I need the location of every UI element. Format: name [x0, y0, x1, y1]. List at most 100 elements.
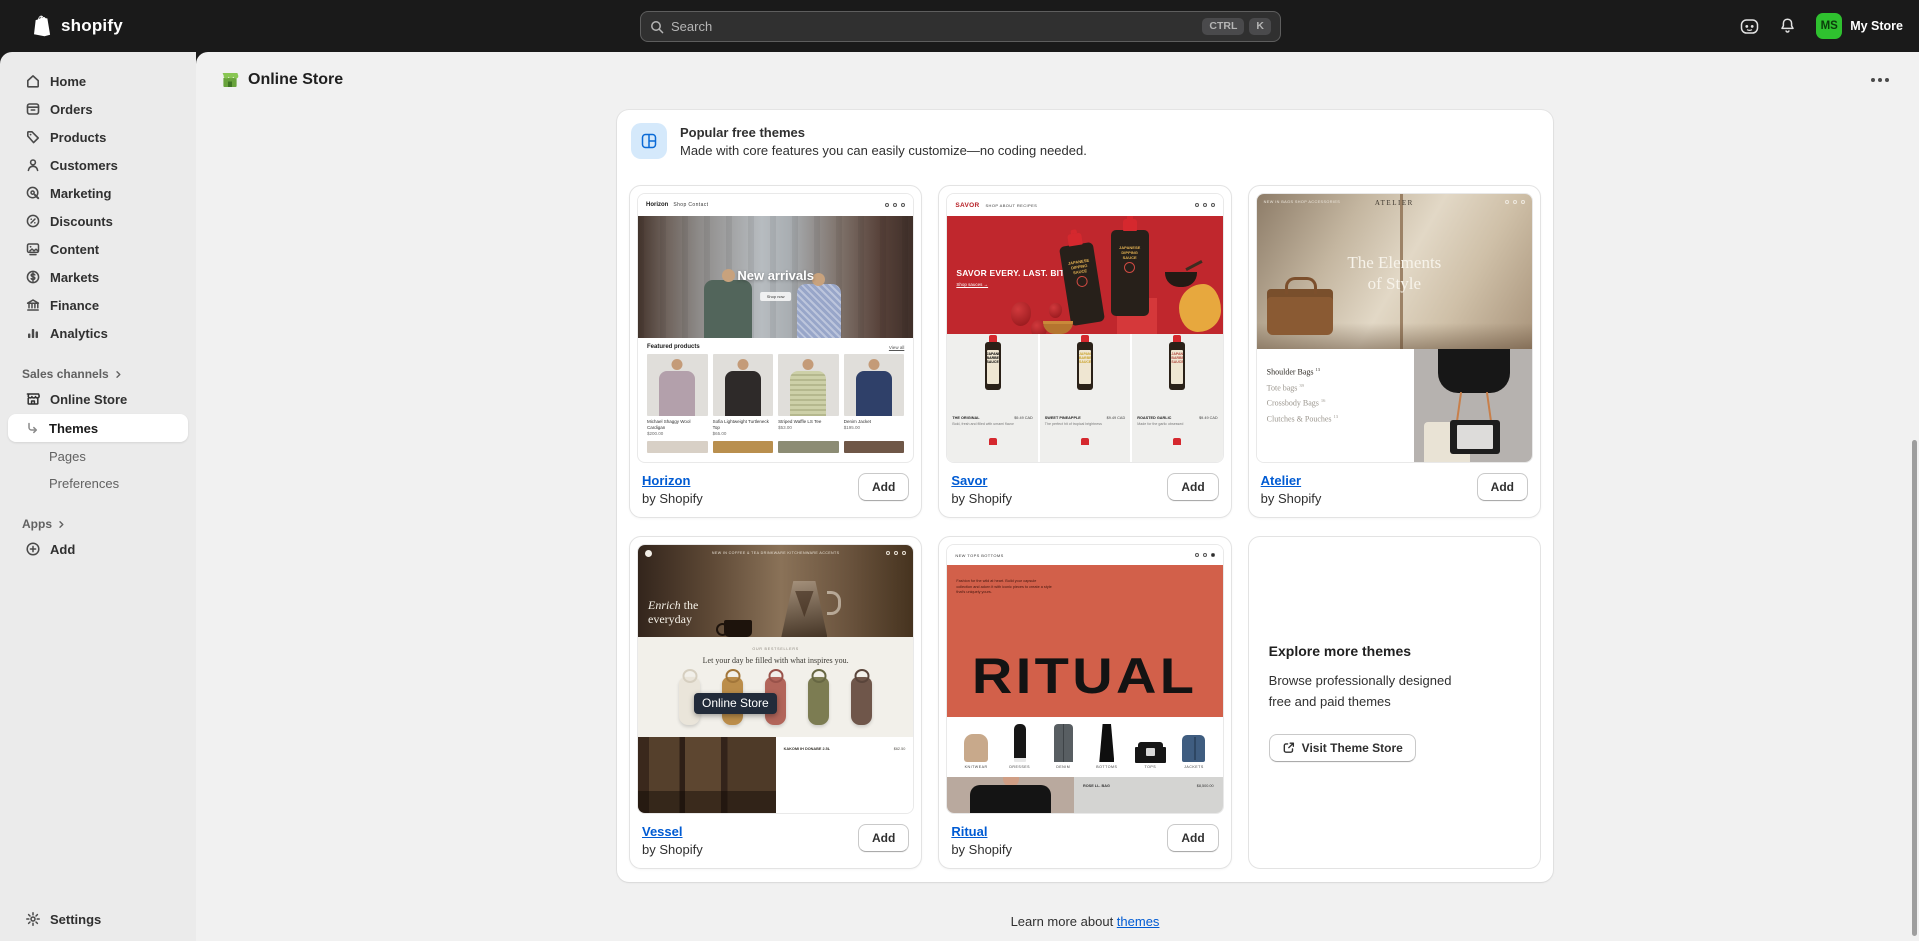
theme-name-link[interactable]: Ritual	[951, 824, 1012, 839]
visit-theme-store-button[interactable]: Visit Theme Store	[1269, 734, 1416, 762]
footer-themes-link[interactable]: themes	[1117, 914, 1160, 929]
page-title: Online Store	[220, 70, 343, 90]
scrollbar-thumb[interactable]	[1912, 440, 1917, 936]
hero-text: The Elements of Style	[1257, 252, 1532, 295]
sidebar-item-label: Add	[50, 542, 75, 557]
page-header: Online Store	[196, 52, 1919, 108]
shopify-bag-icon	[32, 14, 54, 38]
atelier-hero: NEW IN BAGS SHOP ACCESSORIES ATELIER The…	[1257, 194, 1532, 349]
sidebar-section-sales-channels[interactable]: Sales channels	[0, 363, 196, 385]
sidebar-item-label: Pages	[49, 449, 86, 464]
sidebar-item-finance[interactable]: Finance	[0, 291, 196, 319]
sidebar-item-pages[interactable]: Pages	[0, 443, 196, 470]
customers-icon	[25, 157, 41, 173]
sidebar-item-preferences[interactable]: Preferences	[0, 470, 196, 497]
sidebar-item-online-store[interactable]: Online Store	[0, 385, 196, 413]
theme-name-link[interactable]: Vessel	[642, 824, 703, 839]
sales-channels-label: Sales channels	[22, 367, 109, 381]
theme-preview-vessel[interactable]: NEW IN COFFEE & TEA DRINKWARE KITCHENWAR…	[637, 544, 914, 814]
preview-logo: Horizon	[646, 202, 668, 208]
sidebar-item-add-app[interactable]: Add	[0, 535, 196, 563]
sidebar-item-label: Preferences	[49, 476, 119, 491]
theme-name-link[interactable]: Savor	[951, 473, 1012, 488]
hero-button: Shop now	[760, 292, 792, 301]
sidebar-item-marketing[interactable]: Marketing	[0, 179, 196, 207]
preview-header-icons	[1195, 553, 1215, 557]
add-theme-button[interactable]: Add	[1167, 473, 1218, 501]
preview-logo: ATELIER	[1257, 199, 1532, 207]
shopify-logo[interactable]: shopify	[32, 14, 123, 38]
footer: Learn more about themes	[617, 914, 1553, 929]
sidebar-item-customers[interactable]: Customers	[0, 151, 196, 179]
topbar: shopify Search CTRL K	[0, 0, 1919, 52]
sidebar-item-content[interactable]: Content	[0, 235, 196, 263]
theme-name-link[interactable]: Atelier	[1261, 473, 1322, 488]
preview-header-icons	[886, 551, 906, 555]
sidebar-item-discounts[interactable]: Discounts	[0, 207, 196, 235]
theme-author: by Shopify	[951, 842, 1012, 857]
add-theme-button[interactable]: Add	[858, 473, 909, 501]
hero-text: Enrich the everyday	[648, 599, 698, 627]
add-theme-button[interactable]: Add	[858, 824, 909, 852]
theme-name-link[interactable]: Horizon	[642, 473, 703, 488]
footer-text: Learn more about	[1011, 914, 1117, 929]
theme-layout-icon	[640, 132, 658, 150]
marketing-icon	[25, 185, 41, 201]
explore-body: Browse professionally designed free and …	[1269, 671, 1469, 711]
products-tag-icon	[25, 129, 41, 145]
theme-author: by Shopify	[1261, 491, 1322, 506]
account-menu[interactable]: MS My Store	[1816, 13, 1903, 39]
sidebar-item-label: Markets	[50, 270, 99, 285]
sidebar-item-label: Online Store	[50, 392, 127, 407]
search-input[interactable]: Search CTRL K	[640, 11, 1281, 42]
visit-theme-store-label: Visit Theme Store	[1302, 741, 1403, 755]
orders-icon	[25, 101, 41, 117]
theme-preview-savor[interactable]: SAVOR SHOP ABOUT RECIPES SAVOR EVERY. LA…	[946, 193, 1223, 463]
theme-preview-atelier[interactable]: NEW IN BAGS SHOP ACCESSORIES ATELIER The…	[1256, 193, 1533, 463]
hero-paragraph: Fashion for the wild at heart. Build you…	[956, 579, 1052, 596]
sidebar-item-home[interactable]: Home	[0, 67, 196, 95]
sidebar-section-apps[interactable]: Apps	[0, 513, 196, 535]
content-icon	[25, 241, 41, 257]
sidebar-item-themes-selected[interactable]: Themes	[8, 414, 188, 442]
theme-preview-ritual[interactable]: NEW TOPS BOTTOMS Fashion for the wild at…	[946, 544, 1223, 814]
add-theme-button[interactable]: Add	[1167, 824, 1218, 852]
preview-nav: Shop Contact	[673, 202, 708, 208]
sidebar-item-products[interactable]: Products	[0, 123, 196, 151]
kbd-ctrl: CTRL	[1202, 18, 1244, 35]
more-actions-button[interactable]	[1865, 72, 1895, 88]
horizon-hero: New arrivals Shop now	[638, 216, 913, 338]
sidebar-item-label: Settings	[50, 912, 101, 927]
discounts-icon	[25, 213, 41, 229]
theme-icon-badge	[631, 123, 667, 159]
theme-author: by Shopify	[951, 491, 1012, 506]
model-photo	[947, 777, 1074, 814]
avatar: MS	[1816, 13, 1842, 39]
category-band: KNITWEAR DRESSES DENIM BOTTOMS TOPS JACK…	[947, 717, 1222, 777]
theme-card-atelier: NEW IN BAGS SHOP ACCESSORIES ATELIER The…	[1248, 185, 1541, 518]
theme-preview-horizon[interactable]: Horizon Shop Contact New arrivals Shop n…	[637, 193, 914, 463]
gear-icon	[25, 911, 41, 927]
topbar-actions: MS My Store	[1740, 0, 1903, 52]
theme-card-vessel: NEW IN COFFEE & TEA DRINKWARE KITCHENWAR…	[629, 536, 922, 869]
sidebar-item-markets[interactable]: Markets	[0, 263, 196, 291]
themes-grid: Horizon Shop Contact New arrivals Shop n…	[629, 185, 1541, 869]
add-theme-button[interactable]: Add	[1477, 473, 1528, 501]
sidebar-item-analytics[interactable]: Analytics	[0, 319, 196, 347]
notifications-bell-icon[interactable]	[1779, 17, 1796, 35]
home-icon	[25, 73, 41, 89]
sidebar-item-settings[interactable]: Settings	[0, 905, 196, 933]
panel-title: Popular free themes	[680, 125, 1087, 140]
search-icon	[650, 20, 664, 34]
sidebar-item-label: Themes	[49, 421, 98, 436]
explore-title: Explore more themes	[1269, 643, 1520, 659]
tagline: Let your day be filled with what inspire…	[638, 656, 913, 665]
theme-author: by Shopify	[642, 842, 703, 857]
sidebar-item-orders[interactable]: Orders	[0, 95, 196, 123]
sidekick-icon[interactable]	[1740, 18, 1759, 35]
explore-more-themes-card: Explore more themes Browse professionall…	[1248, 536, 1541, 869]
vessel-hero: NEW IN COFFEE & TEA DRINKWARE KITCHENWAR…	[638, 545, 913, 637]
keyboard-shortcut: CTRL K	[1202, 18, 1271, 35]
chevron-right-icon	[57, 520, 66, 529]
category-list: Shoulder Bags 13 Tote bags 39 Crossbody …	[1267, 367, 1338, 430]
